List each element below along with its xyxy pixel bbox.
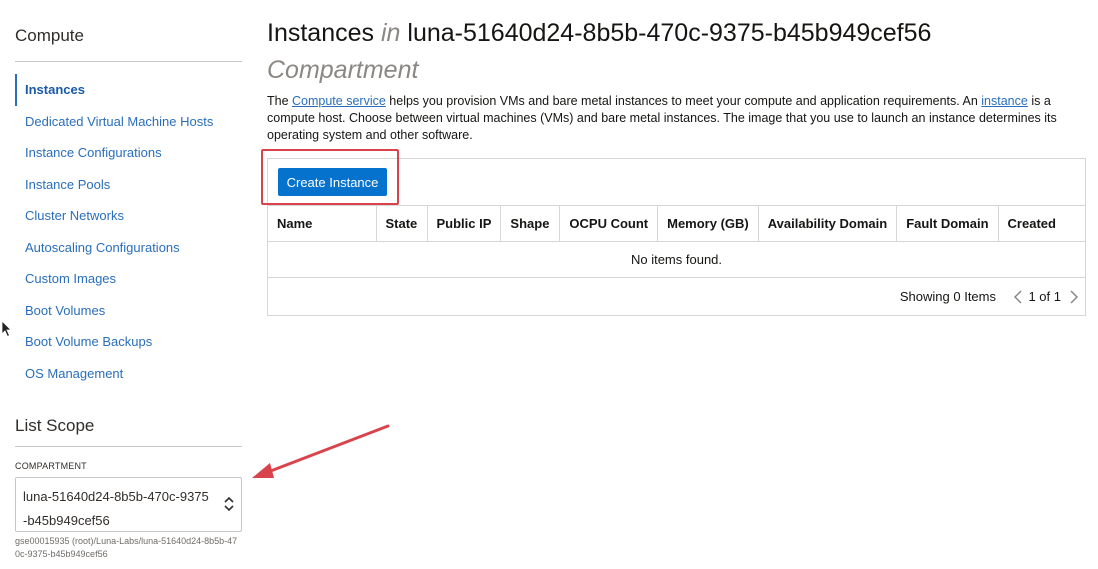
instances-panel: Create Instance Name State Public IP Sha… [267, 158, 1086, 316]
page-title-compartment: luna-51640d24-8b5b-470c-9375-b45b949cef5… [407, 19, 932, 47]
sidebar-item-dedicated-vm-hosts[interactable]: Dedicated Virtual Machine Hosts [15, 106, 242, 138]
column-header-created[interactable]: Created [998, 205, 1085, 242]
mouse-cursor-icon [1, 320, 12, 338]
description-text: helps you provision VMs and bare metal i… [385, 94, 982, 108]
sidebar-item-instance-pools[interactable]: Instance Pools [15, 169, 242, 201]
column-header-availability-domain[interactable]: Availability Domain [758, 205, 898, 242]
chevron-right-icon[interactable] [1069, 289, 1079, 305]
column-header-memory[interactable]: Memory (GB) [657, 205, 759, 242]
column-header-name[interactable]: Name [268, 205, 377, 242]
sidebar-item-instance-configurations[interactable]: Instance Configurations [15, 137, 242, 169]
compartment-label: COMPARTMENT [15, 461, 87, 471]
compartment-select[interactable]: luna-51640d24-8b5b-470c-9375-b45b949cef5… [15, 477, 242, 532]
table-empty-row: No items found. [268, 241, 1085, 278]
page-subtitle: Compartment [267, 56, 419, 84]
compute-service-link[interactable]: Compute service [292, 94, 386, 108]
sidebar-item-boot-volume-backups[interactable]: Boot Volume Backups [15, 326, 242, 358]
column-header-public-ip[interactable]: Public IP [427, 205, 502, 242]
item-count: Showing 0 Items [899, 289, 996, 304]
sidebar-item-instances[interactable]: Instances [15, 74, 242, 106]
chevron-left-icon[interactable] [1013, 289, 1023, 305]
description-text: The [267, 94, 293, 108]
sidebar-item-cluster-networks[interactable]: Cluster Networks [15, 200, 242, 232]
page-description: The Compute service helps you provision … [267, 93, 1072, 144]
compartment-path: gse00015935 (root)/Luna-Labs/luna-51640d… [15, 536, 238, 559]
empty-message: No items found. [268, 241, 1085, 278]
list-scope-divider [15, 446, 242, 447]
sidebar-heading: Compute [15, 26, 84, 45]
sidebar-item-os-management[interactable]: OS Management [15, 358, 242, 390]
sidebar-divider [15, 61, 242, 62]
column-header-state[interactable]: State [376, 205, 428, 242]
chevron-up-down-icon [224, 496, 234, 512]
page-indicator: 1 of 1 [1028, 289, 1061, 304]
list-scope-heading: List Scope [15, 416, 95, 435]
page-title: Instances in luna-51640d24-8b5b-470c-937… [267, 19, 931, 48]
instances-table: Name State Public IP Shape OCPU Count Me… [268, 205, 1085, 278]
column-header-shape[interactable]: Shape [500, 205, 561, 242]
instance-link[interactable]: instance [981, 94, 1028, 108]
table-footer: Showing 0 Items 1 of 1 [268, 277, 1085, 315]
table-header-row: Name State Public IP Shape OCPU Count Me… [268, 205, 1085, 242]
column-header-ocpu-count[interactable]: OCPU Count [559, 205, 659, 242]
compartment-select-value: luna-51640d24-8b5b-470c-9375-b45b949cef5… [23, 489, 209, 528]
sidebar: Compute Instances Dedicated Virtual Mach… [0, 0, 256, 569]
create-instance-button[interactable]: Create Instance [278, 168, 387, 196]
sidebar-item-autoscaling-configurations[interactable]: Autoscaling Configurations [15, 232, 242, 264]
sidebar-item-custom-images[interactable]: Custom Images [15, 263, 242, 295]
page-title-in: in [380, 19, 401, 47]
column-header-fault-domain[interactable]: Fault Domain [896, 205, 999, 242]
sidebar-item-boot-volumes[interactable]: Boot Volumes [15, 295, 242, 327]
page-title-resource: Instances [267, 19, 375, 47]
sidebar-nav: Instances Dedicated Virtual Machine Host… [15, 74, 242, 389]
